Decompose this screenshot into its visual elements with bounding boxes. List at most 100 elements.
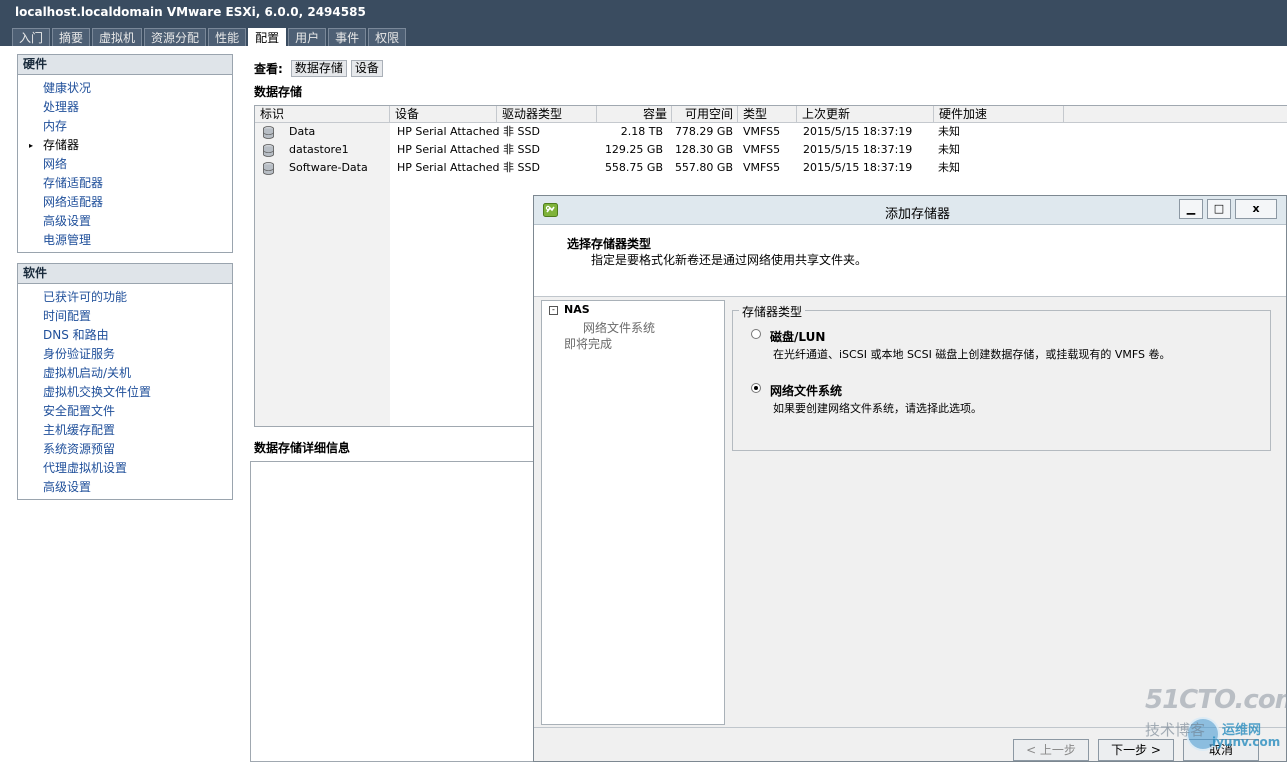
view-datastores-button[interactable]: 数据存储 [290, 59, 347, 77]
sidebar-item-swapfile-location[interactable]: 虚拟机交换文件位置 [18, 383, 232, 402]
tab-users[interactable]: 用户 [288, 28, 327, 46]
col-drive-type[interactable]: 驱动器类型 [497, 106, 597, 122]
window-title: localhost.localdomain VMware ESXi, 6.0.0… [15, 5, 366, 19]
cell-updated: 2015/5/15 18:37:19 [803, 125, 913, 138]
tab-events[interactable]: 事件 [328, 28, 367, 46]
sidebar-item-vm-startup[interactable]: 虚拟机启动/关机 [18, 364, 232, 383]
tab-permissions[interactable]: 权限 [368, 28, 407, 46]
sidebar-item-agent-vm[interactable]: 代理虚拟机设置 [18, 459, 232, 478]
cancel-button[interactable]: 取消 [1183, 739, 1259, 761]
minimize-button[interactable]: ▁ [1179, 199, 1203, 219]
datastore-icon [263, 162, 274, 175]
step-nfs[interactable]: 网络文件系统 [583, 319, 655, 336]
sidebar-item-licensed-features[interactable]: 已获许可的功能 [18, 288, 232, 307]
cell-updated: 2015/5/15 18:37:19 [803, 161, 913, 174]
nfs-label[interactable]: 网络文件系统 [770, 382, 842, 399]
disk-lun-radio[interactable] [751, 329, 761, 339]
sidebar-item-resource-reservation[interactable]: 系统资源预留 [18, 440, 232, 459]
tab-performance[interactable]: 性能 [208, 28, 247, 46]
step-description: 指定是要格式化新卷还是通过网络使用共享文件夹。 [591, 253, 868, 267]
cell-type: VMFS5 [743, 143, 781, 156]
col-identification[interactable]: 标识 [255, 106, 390, 122]
sidebar-item-host-cache[interactable]: 主机缓存配置 [18, 421, 232, 440]
storage-type-group: 存储器类型 磁盘/LUN 在光纤通道、iSCSI 或本地 SCSI 磁盘上创建数… [732, 303, 1271, 451]
back-button[interactable]: < 上一步 [1013, 739, 1089, 761]
storage-type-legend: 存储器类型 [739, 303, 806, 320]
step-nas[interactable]: NAS [564, 303, 590, 316]
hardware-section: 硬件 健康状况 处理器 内存 ▸ 存储器 网络 存储适配器 网络适配器 高级设置 … [17, 54, 233, 253]
sidebar-item-security-profile[interactable]: 安全配置文件 [18, 402, 232, 421]
collapse-icon[interactable]: - [549, 306, 558, 315]
dialog-title-bar[interactable]: 添加存储器 ▁ □ x [534, 196, 1286, 225]
close-button[interactable]: x [1235, 199, 1277, 219]
cell-device: HP Serial Attached... [397, 143, 499, 156]
hardware-heading: 硬件 [18, 55, 232, 75]
tab-summary[interactable]: 摘要 [52, 28, 91, 46]
cell-updated: 2015/5/15 18:37:19 [803, 143, 913, 156]
datastore-icon [263, 144, 274, 157]
sidebar-item-advanced-settings-sw[interactable]: 高级设置 [18, 478, 232, 497]
sidebar-item-health[interactable]: 健康状况 [18, 79, 232, 98]
sidebar-item-memory[interactable]: 内存 [18, 117, 232, 136]
next-button[interactable]: 下一步 > [1098, 739, 1174, 761]
datastores-title: 数据存储 [254, 85, 303, 99]
sidebar-item-storage-adapters[interactable]: 存储适配器 [18, 174, 232, 193]
sidebar-item-auth-services[interactable]: 身份验证服务 [18, 345, 232, 364]
col-capacity[interactable]: 容量 [597, 106, 672, 122]
cell-hwaccel: 未知 [938, 143, 960, 156]
cell-drive: 非 SSD [503, 125, 540, 138]
table-row[interactable]: datastore1 HP Serial Attached... 非 SSD 1… [255, 141, 1287, 159]
cell-capacity: 558.75 GB [604, 161, 663, 174]
cell-hwaccel: 未知 [938, 125, 960, 138]
tab-resource-allocation[interactable]: 资源分配 [144, 28, 207, 46]
cell-capacity: 2.18 TB [620, 125, 663, 138]
view-devices-button[interactable]: 设备 [350, 59, 383, 77]
cell-type: VMFS5 [743, 161, 781, 174]
sidebar-item-network-adapters[interactable]: 网络适配器 [18, 193, 232, 212]
step-ready-to-complete[interactable]: 即将完成 [564, 335, 612, 352]
left-panel: 硬件 健康状况 处理器 内存 ▸ 存储器 网络 存储适配器 网络适配器 高级设置 … [0, 46, 240, 762]
nfs-radio[interactable] [751, 383, 761, 393]
view-label: 查看: [254, 61, 283, 76]
view-selector: 查看: 数据存储 设备 [254, 59, 387, 77]
tab-getting-started[interactable]: 入门 [12, 28, 51, 46]
table-header: 标识 设备 驱动器类型 容量 可用空间 类型 上次更新 硬件加速 [255, 106, 1287, 123]
col-free[interactable]: 可用空间 [672, 106, 738, 122]
sidebar-item-storage[interactable]: ▸ 存储器 [18, 136, 232, 155]
cell-free: 778.29 GB [674, 125, 733, 138]
cell-device: HP Serial Attached... [397, 161, 499, 174]
cell-drive: 非 SSD [503, 143, 540, 156]
tab-bar: 入门 摘要 虚拟机 资源分配 性能 配置 用户 事件 权限 [12, 28, 408, 47]
add-storage-dialog: 添加存储器 ▁ □ x 选择存储器类型 指定是要格式化新卷还是通过网络使用共享文… [533, 195, 1287, 762]
cell-name: Software-Data [289, 161, 368, 174]
disk-lun-description: 在光纤通道、iSCSI 或本地 SCSI 磁盘上创建数据存储，或挂载现有的 VM… [773, 348, 1171, 361]
col-type[interactable]: 类型 [738, 106, 797, 122]
title-bar: localhost.localdomain VMware ESXi, 6.0.0… [0, 0, 1287, 47]
sidebar-item-power-management[interactable]: 电源管理 [18, 231, 232, 250]
table-row[interactable]: Software-Data HP Serial Attached... 非 SS… [255, 159, 1287, 177]
datastore-icon [263, 126, 274, 139]
tab-configuration[interactable]: 配置 [248, 28, 287, 47]
step-title: 选择存储器类型 [567, 237, 652, 251]
software-heading: 软件 [18, 264, 232, 284]
cell-free: 128.30 GB [674, 143, 733, 156]
tab-virtual-machines[interactable]: 虚拟机 [92, 28, 143, 46]
disk-lun-label[interactable]: 磁盘/LUN [770, 328, 825, 345]
cell-name: Data [289, 125, 316, 138]
col-hw-accel[interactable]: 硬件加速 [934, 106, 1064, 122]
col-device[interactable]: 设备 [390, 106, 497, 122]
sidebar-item-dns-routing[interactable]: DNS 和路由 [18, 326, 232, 345]
sidebar-item-time-config[interactable]: 时间配置 [18, 307, 232, 326]
sidebar-item-processors[interactable]: 处理器 [18, 98, 232, 117]
table-row[interactable]: Data HP Serial Attached... 非 SSD 2.18 TB… [255, 123, 1287, 141]
selected-arrow-icon: ▸ [29, 141, 34, 150]
maximize-button[interactable]: □ [1207, 199, 1231, 219]
dialog-footer: < 上一步 下一步 > 取消 [534, 727, 1286, 761]
software-section: 软件 已获许可的功能 时间配置 DNS 和路由 身份验证服务 虚拟机启动/关机 … [17, 263, 233, 500]
cell-type: VMFS5 [743, 125, 781, 138]
dialog-title: 添加存储器 [884, 207, 950, 222]
cell-free: 557.80 GB [674, 161, 733, 174]
sidebar-item-advanced-settings[interactable]: 高级设置 [18, 212, 232, 231]
col-last-update[interactable]: 上次更新 [797, 106, 934, 122]
sidebar-item-networking[interactable]: 网络 [18, 155, 232, 174]
